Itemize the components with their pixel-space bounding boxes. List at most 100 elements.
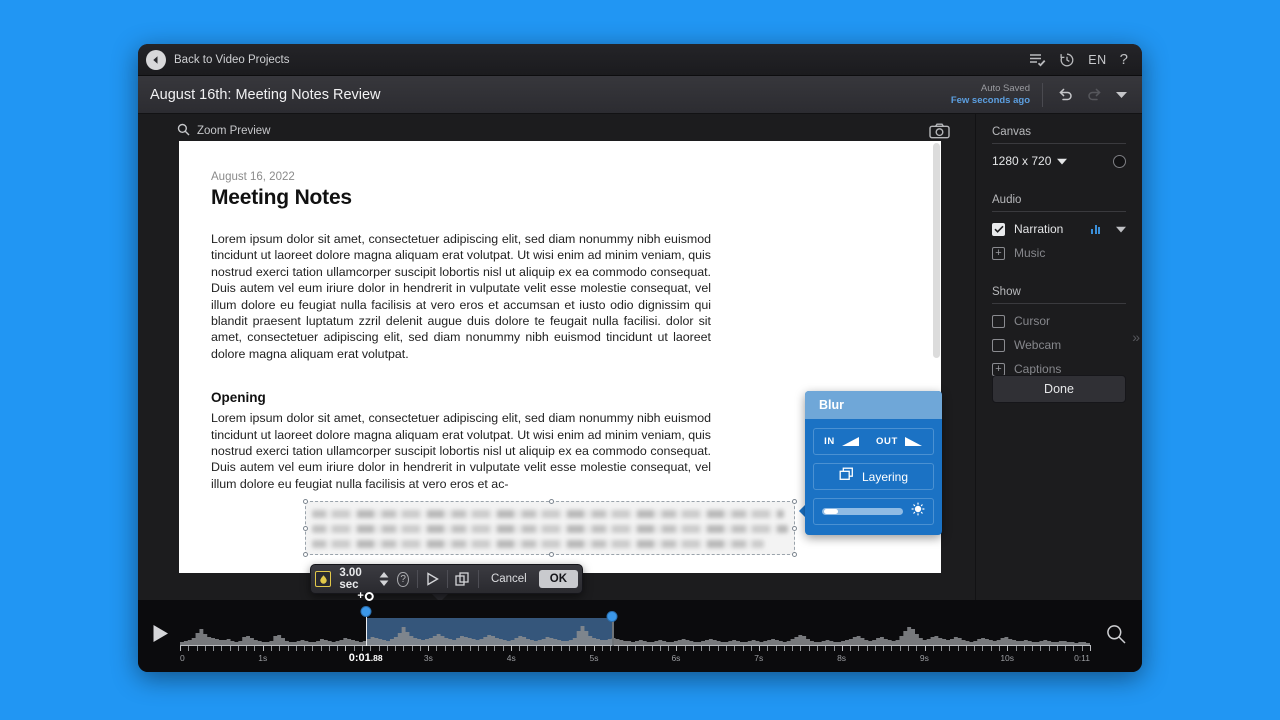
timeline-tick [229,646,231,651]
timeline-tick [262,645,264,651]
resize-handle[interactable] [792,526,797,531]
timeline-tick [783,646,785,651]
timeline-tick [800,646,802,651]
timeline-tick-label: 6s [671,653,681,663]
webcam-checkbox[interactable] [992,338,1005,352]
back-to-video-projects-button[interactable]: Back to Video Projects [138,49,290,70]
slider-knob[interactable] [824,509,838,514]
timeline-track[interactable]: 0 1s 3s 4s 5s 6s 7s 8s 9s 10s 0:11 + 0:01.88 [180,591,1091,664]
timeline-tick [692,646,694,651]
add-keyframe-icon[interactable]: + [357,591,374,602]
duplicate-icon[interactable] [455,572,470,586]
timeline-tick [295,646,297,651]
blur-selection-box[interactable] [303,499,797,557]
timeline-tick [618,646,620,651]
zoom-preview-button[interactable]: Zoom Preview [138,123,271,139]
resize-handle[interactable] [792,499,797,504]
divider [992,143,1126,144]
narration-checkbox[interactable] [992,222,1005,236]
timeline-zoom-search-icon[interactable] [1106,624,1126,649]
scrollbar-thumb[interactable] [933,143,940,358]
timeline-tick [494,646,496,651]
show-item-captions[interactable]: + Captions [992,362,1126,376]
history-clock-icon[interactable] [1059,52,1075,68]
blur-swatch-icon[interactable] [315,571,332,587]
timeline-tick [916,646,918,651]
fade-out-icon [904,437,922,446]
show-item-webcam[interactable]: Webcam [992,338,1126,352]
resize-handle[interactable] [303,499,308,504]
timeline-tick [444,646,446,651]
audio-item-music[interactable]: + Music [992,246,1126,260]
canvas-resolution-value: 1280 x 720 [992,154,1052,168]
divider [992,211,1126,212]
chevron-down-icon[interactable] [1115,90,1128,99]
project-bar-right: Auto Saved Few seconds ago [951,76,1142,113]
resize-handle[interactable] [303,526,308,531]
timeline-tick [370,646,372,651]
camera-icon[interactable] [929,123,950,139]
audio-section-heading: Audio [992,194,1022,206]
timeline-tick [684,646,686,651]
resize-handle[interactable] [792,552,797,557]
help-icon[interactable]: ? [1120,51,1128,68]
keyframe-start-handle[interactable] [360,606,372,617]
narration-chevron-down-icon[interactable] [1116,226,1126,233]
timeline-tick [891,646,893,651]
timeline-tick [759,645,761,651]
preview-play-button[interactable] [426,572,439,586]
blur-out-button[interactable]: OUT [876,436,923,447]
slider-track[interactable] [822,508,903,515]
timeline-tick [196,646,198,651]
done-button[interactable]: Done [992,375,1126,403]
blur-in-label: IN [824,436,835,447]
blurred-text-line [312,510,784,518]
timeline-tick [833,646,835,651]
show-item-cursor[interactable]: Cursor [992,314,1126,328]
layering-button[interactable]: Layering [813,463,934,490]
timeline-tick [304,646,306,651]
timeline-tick [610,646,612,651]
timeline-tick [676,645,678,651]
chevrons-right-icon[interactable]: » [1132,329,1140,345]
duration-value[interactable]: 3.00 sec [339,567,371,591]
question-mark-icon[interactable]: ? [397,571,409,587]
playhead-time: 0:01 [348,652,371,664]
language-selector[interactable]: EN [1088,53,1106,67]
keyframe-end-handle[interactable] [606,611,618,622]
timeline-tick [601,646,603,651]
timeline-tick [395,646,397,651]
blur-intensity-slider[interactable] [813,498,934,525]
color-circle-icon[interactable] [1113,154,1126,168]
plus-icon[interactable]: + [992,246,1005,260]
back-label: Back to Video Projects [174,53,290,66]
blur-in-button[interactable]: IN [824,436,860,447]
plus-icon[interactable]: + [992,362,1005,376]
cursor-checkbox[interactable] [992,314,1005,328]
timeline: 0 1s 3s 4s 5s 6s 7s 8s 9s 10s 0:11 + 0:01.88 [138,591,1142,672]
redo-icon[interactable] [1086,87,1103,102]
ok-button[interactable]: OK [538,570,578,588]
document-paragraph-1: Lorem ipsum dolor sit amet, consectetuer… [211,232,711,361]
checklist-icon[interactable] [1029,52,1046,67]
timeline-tick [908,646,909,651]
page-title: August 16th: Meeting Notes Review [150,86,381,103]
undo-icon[interactable] [1057,87,1074,102]
timeline-tick [941,646,943,651]
timeline-tick [436,646,438,651]
audio-item-narration[interactable]: Narration [992,222,1126,236]
duration-stepper[interactable] [379,572,389,586]
timeline-play-button[interactable] [152,624,169,648]
timeline-tick [362,646,363,651]
timeline-tick [808,646,810,651]
timeline-tick [502,646,504,651]
canvas-resolution-select[interactable]: 1280 x 720 [992,154,1068,168]
timeline-tick [180,645,181,651]
timeline-tick [1007,645,1009,651]
timeline-tick [734,646,736,651]
resize-handle[interactable] [549,499,554,504]
resize-handle[interactable] [303,552,308,557]
cancel-button[interactable]: Cancel [487,573,531,585]
resize-handle[interactable] [549,552,554,557]
